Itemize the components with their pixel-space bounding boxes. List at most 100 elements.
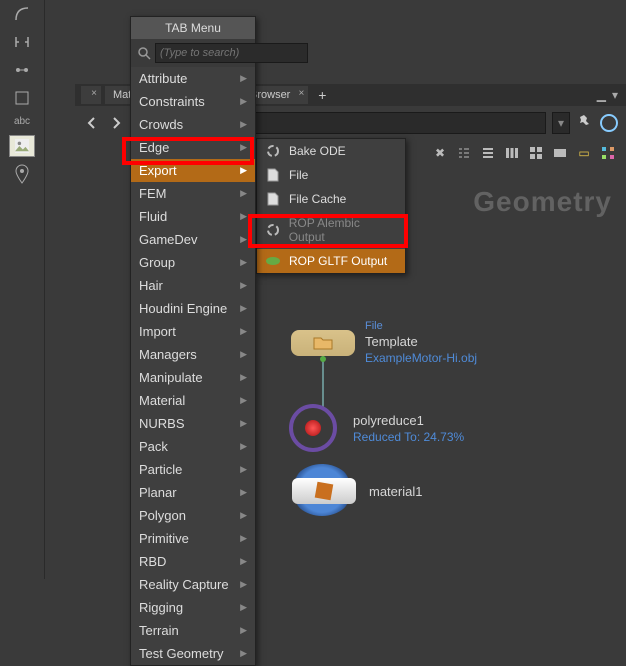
- chevron-right-icon: ▶: [240, 119, 247, 130]
- tab-menu-item-fem[interactable]: FEM▶: [131, 182, 255, 205]
- tab-menu-item-houdini-engine[interactable]: Houdini Engine▶: [131, 297, 255, 320]
- chevron-right-icon: ▶: [240, 257, 247, 268]
- tab-menu-item-hair[interactable]: Hair▶: [131, 274, 255, 297]
- curve-tool-icon[interactable]: [10, 4, 34, 24]
- menu-item-label: Terrain: [139, 623, 179, 638]
- path-dropdown-button[interactable]: ▾: [552, 112, 570, 134]
- menu-item-label: GameDev: [139, 232, 198, 247]
- tab-menu-item-pack[interactable]: Pack▶: [131, 435, 255, 458]
- abc-label: abc: [14, 116, 30, 127]
- tab-menu-item-edge[interactable]: Edge▶: [131, 136, 255, 159]
- brackets-icon[interactable]: [10, 32, 34, 52]
- chevron-right-icon: ▶: [240, 395, 247, 406]
- close-icon[interactable]: ×: [91, 88, 97, 99]
- note-icon[interactable]: ▭: [574, 143, 594, 163]
- submenu-item-label: File: [289, 168, 308, 182]
- wrench-icon[interactable]: ✖: [430, 143, 450, 163]
- node-chip[interactable]: [292, 478, 356, 504]
- tab-menu-item-group[interactable]: Group▶: [131, 251, 255, 274]
- tab-menu-item-reality-capture[interactable]: Reality Capture▶: [131, 573, 255, 596]
- box-icon[interactable]: [10, 88, 34, 108]
- tab-menu-item-import[interactable]: Import▶: [131, 320, 255, 343]
- menu-item-label: Edge: [139, 140, 169, 155]
- list-icon[interactable]: [478, 143, 498, 163]
- tab-menu-item-material[interactable]: Material▶: [131, 389, 255, 412]
- left-toolbar: abc: [0, 0, 45, 579]
- menu-item-label: Fluid: [139, 209, 167, 224]
- submenu-item-label: Bake ODE: [289, 144, 346, 158]
- tab-menu-item-planar[interactable]: Planar▶: [131, 481, 255, 504]
- tab-menu-item-manipulate[interactable]: Manipulate▶: [131, 366, 255, 389]
- file-icon: [265, 168, 281, 182]
- tab-menu-item-constraints[interactable]: Constraints▶: [131, 90, 255, 113]
- nav-back-button[interactable]: [83, 114, 101, 132]
- tab-menu-item-test-geometry[interactable]: Test Geometry▶: [131, 642, 255, 665]
- submenu-item-rop-gltf-output[interactable]: ROP GLTF Output: [257, 249, 405, 273]
- node-chip[interactable]: [289, 404, 337, 452]
- chevron-right-icon: ▶: [240, 349, 247, 360]
- menu-item-label: Planar: [139, 485, 177, 500]
- node-polyreduce[interactable]: polyreduce1 Reduced To: 24.73%: [289, 404, 464, 452]
- chevron-right-icon: ▶: [240, 372, 247, 383]
- menu-item-label: Attribute: [139, 71, 187, 86]
- tab-menu-item-nurbs[interactable]: NURBS▶: [131, 412, 255, 435]
- tree-icon[interactable]: [454, 143, 474, 163]
- tab-menu-item-managers[interactable]: Managers▶: [131, 343, 255, 366]
- tab-menu-title: TAB Menu: [131, 17, 255, 39]
- pane-dropdown-icon[interactable]: ▾: [612, 88, 618, 102]
- node-name-label: polyreduce1: [353, 413, 464, 428]
- tab-menu-item-particle[interactable]: Particle ▶: [131, 458, 255, 481]
- tab-menu-search-input[interactable]: [155, 43, 308, 63]
- tab-menu-item-rigging[interactable]: Rigging▶: [131, 596, 255, 619]
- tab-menu-item-gamedev[interactable]: GameDev ▶: [131, 228, 255, 251]
- menu-item-label: Export: [139, 163, 177, 178]
- node-material[interactable]: material1: [289, 472, 422, 510]
- tab-menu-item-terrain[interactable]: Terrain▶: [131, 619, 255, 642]
- card-icon[interactable]: [550, 143, 570, 163]
- submenu-item-label: ROP GLTF Output: [289, 254, 387, 268]
- chevron-right-icon: ▶: [240, 234, 247, 245]
- menu-item-label: Reality Capture: [139, 577, 229, 592]
- tab-menu-item-crowds[interactable]: Crowds▶: [131, 113, 255, 136]
- tab-menu-item-attribute[interactable]: Attribute▶: [131, 67, 255, 90]
- menu-item-label: Pack: [139, 439, 168, 454]
- columns-icon[interactable]: [502, 143, 522, 163]
- palette-icon[interactable]: [598, 143, 618, 163]
- tab-menu-item-export[interactable]: Export▶: [131, 159, 255, 182]
- tab-menu-item-fluid[interactable]: Fluid ▶: [131, 205, 255, 228]
- file-icon: [265, 192, 281, 206]
- pin-marker-icon[interactable]: [10, 165, 34, 185]
- chevron-right-icon: ▶: [240, 533, 247, 544]
- pin-icon[interactable]: [576, 114, 594, 132]
- node-sub-label: Reduced To: 24.73%: [353, 430, 464, 444]
- tab-menu-item-primitive[interactable]: Primitive▶: [131, 527, 255, 550]
- close-icon[interactable]: ×: [299, 88, 305, 99]
- chevron-right-icon: ▶: [240, 464, 247, 475]
- snap-icon[interactable]: [10, 60, 34, 80]
- menu-item-label: Particle: [139, 462, 182, 477]
- nav-forward-button[interactable]: [107, 114, 125, 132]
- chevron-right-icon: ▶: [240, 211, 247, 222]
- grid-icon[interactable]: [526, 143, 546, 163]
- node-chip[interactable]: [291, 330, 355, 356]
- tab-menu-item-polygon[interactable]: Polygon▶: [131, 504, 255, 527]
- submenu-item-rop-alembic-output[interactable]: ROP Alembic Output: [257, 211, 405, 249]
- menu-item-label: Test Geometry: [139, 646, 224, 661]
- node-file[interactable]: File Template ExampleMotor-Hi.obj: [291, 320, 477, 365]
- target-ring-icon[interactable]: [600, 114, 618, 132]
- submenu-item-bake-ode[interactable]: Bake ODE: [257, 139, 405, 163]
- add-tab-button[interactable]: +: [312, 86, 332, 104]
- node-name-label: Template: [365, 334, 477, 349]
- submenu-item-file-cache[interactable]: File Cache: [257, 187, 405, 211]
- submenu-item-file[interactable]: File: [257, 163, 405, 187]
- pane-menu-icon[interactable]: ▁: [597, 88, 606, 102]
- image-thumb-icon[interactable]: [9, 135, 35, 157]
- menu-item-label: Hair: [139, 278, 163, 293]
- tab-menu-items: Attribute▶Constraints▶Crowds▶Edge▶Export…: [131, 67, 255, 665]
- node-name-label: material1: [369, 484, 422, 499]
- tab-hidden[interactable]: ×: [81, 86, 101, 104]
- chevron-right-icon: ▶: [240, 96, 247, 107]
- chevron-right-icon: ▶: [240, 326, 247, 337]
- menu-item-label: RBD: [139, 554, 166, 569]
- tab-menu-item-rbd[interactable]: RBD▶: [131, 550, 255, 573]
